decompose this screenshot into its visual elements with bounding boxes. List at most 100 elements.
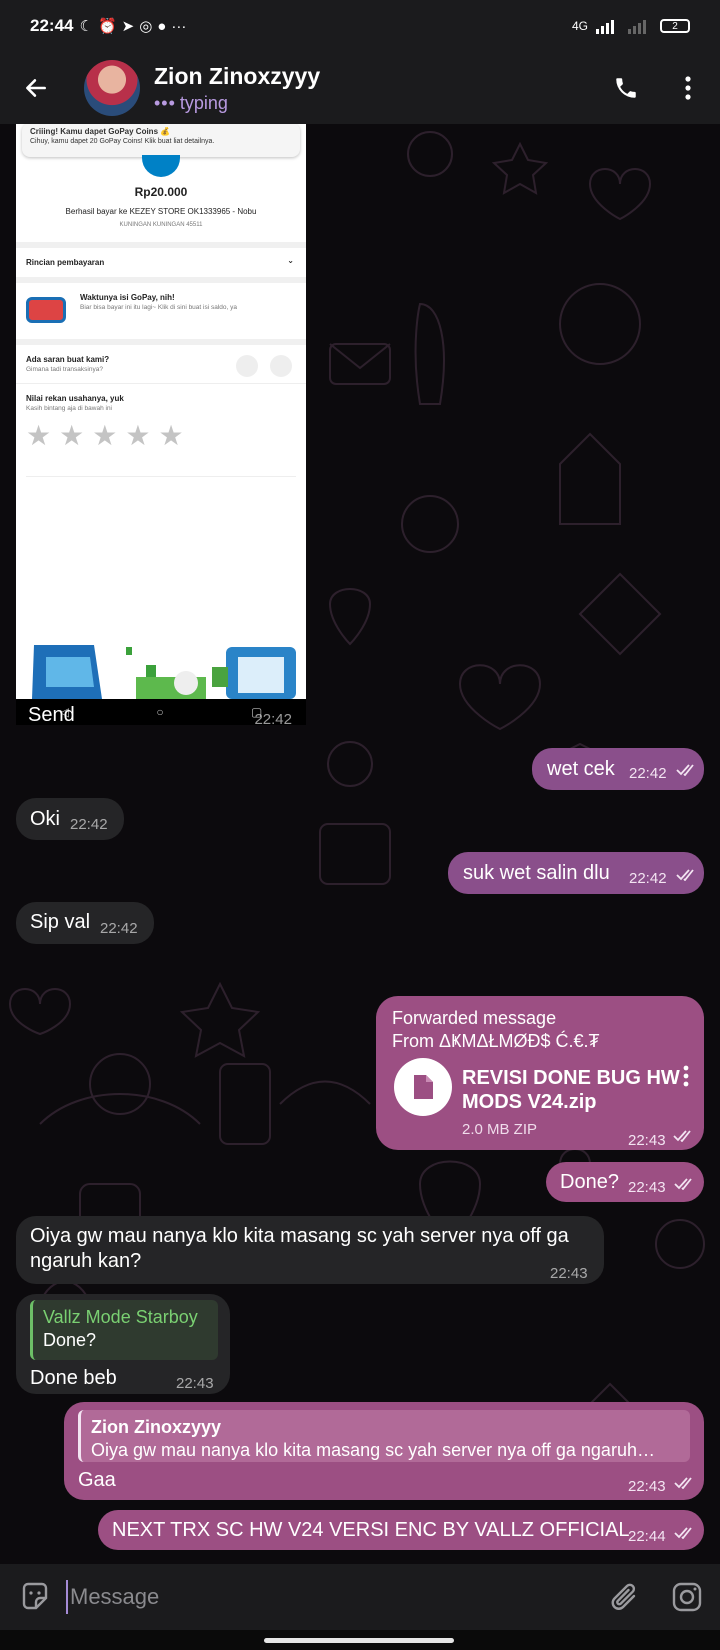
message-text: Sip val xyxy=(30,911,91,933)
rating-stars: ★ ★ ★ ★ ★ xyxy=(26,422,296,450)
more-vertical-icon[interactable] xyxy=(682,1064,690,1088)
forwarded-label: Forwarded message xyxy=(392,1008,557,1028)
signal-icon-2 xyxy=(628,20,646,34)
message-text: wet cek xyxy=(547,758,615,780)
message-time: 22:43 xyxy=(628,1179,666,1196)
contact-avatar[interactable] xyxy=(84,60,140,116)
incoming-reply-message[interactable]: Vallz Mode Starboy Done? Done beb 22:43 xyxy=(16,1294,230,1394)
shared-screenshot[interactable]: Criiing! Kamu dapet GoPay Coins 💰 Cihuy,… xyxy=(16,124,306,699)
message-time: 22:42 xyxy=(100,920,138,937)
thumbs-up-icon xyxy=(270,355,292,377)
paperclip-icon[interactable] xyxy=(610,1582,640,1614)
reply-text: Done? xyxy=(43,1330,97,1350)
message-text: Gaa xyxy=(78,1469,116,1491)
outgoing-message[interactable]: NEXT TRX SC HW V24 VERSI ENC BY VALLZ OF… xyxy=(98,1510,704,1550)
message-text: suk wet salin dlu xyxy=(463,862,610,884)
star-icon: ★ xyxy=(92,420,118,451)
screenshot-amount: Rp20.000 xyxy=(134,185,188,199)
message-time: 22:42 xyxy=(629,765,667,782)
thumbs-down-icon xyxy=(236,355,258,377)
status-bar: 22:44 ☾ ⏰ ➤ ◎ ● ··· 4G 2 xyxy=(0,0,720,52)
message-time: 22:42 xyxy=(629,870,667,887)
screenshot-notification: Criiing! Kamu dapet GoPay Coins 💰 Cihuy,… xyxy=(22,124,300,157)
message-time: 22:43 xyxy=(628,1478,666,1495)
incoming-message[interactable]: Oiya gw mau nanya klo kita masang sc yah… xyxy=(16,1216,604,1284)
incoming-message[interactable]: Oki 22:42 xyxy=(16,798,124,840)
double-check-icon xyxy=(676,869,694,881)
reply-quote[interactable]: Zion Zinoxzyyy Oiya gw mau nanya klo kit… xyxy=(78,1410,690,1462)
screenshot-topup-title: Waktunya isi GoPay, nih! xyxy=(80,293,175,302)
file-download-button[interactable] xyxy=(394,1058,452,1116)
typing-dots-icon: ••• xyxy=(154,92,176,113)
screenshot-paid-to: Berhasil bayar ke KEZEY STORE OK1333965 … xyxy=(65,207,257,216)
telegram-icon: ➤ xyxy=(121,18,135,35)
camera-icon[interactable] xyxy=(672,1582,702,1612)
message-input[interactable] xyxy=(66,1580,586,1614)
image-message[interactable]: Criiing! Kamu dapet GoPay Coins 💰 Cihuy,… xyxy=(16,124,306,728)
gopay-logo-icon xyxy=(142,155,180,177)
outgoing-message[interactable]: Done? 22:43 xyxy=(546,1162,704,1202)
status-time: 22:44 xyxy=(30,16,74,35)
chat-header: Zion Zinoxzyyy ••• typing xyxy=(0,52,720,124)
chevron-down-icon: ⌄ xyxy=(287,256,294,265)
back-button[interactable] xyxy=(18,70,54,106)
star-icon: ★ xyxy=(158,420,184,451)
screenshot-details-label: Rincian pembayaran xyxy=(26,258,105,267)
chat-area[interactable]: Criiing! Kamu dapet GoPay Coins 💰 Cihuy,… xyxy=(0,124,720,1564)
outgoing-message[interactable]: wet cek 22:42 xyxy=(532,748,704,790)
more-options-button[interactable] xyxy=(668,68,708,108)
document-icon xyxy=(414,1075,433,1099)
outgoing-message[interactable]: suk wet salin dlu 22:42 xyxy=(448,852,704,894)
file-name: REVISI DONE BUG HW MODS V24.zip xyxy=(462,1066,680,1114)
typing-label: typing xyxy=(179,92,228,113)
image-caption: Send xyxy=(28,704,75,726)
reply-author: Zion Zinoxzyyy xyxy=(91,1417,222,1437)
file-name-line2: MODS V24.zip xyxy=(462,1091,597,1113)
alarm-icon: ⏰ xyxy=(97,18,117,35)
phone-icon xyxy=(616,78,636,98)
contact-name: Zion Zinoxzyyy xyxy=(154,62,321,89)
screenshot-footer-illustration xyxy=(32,645,296,699)
screenshot-rating-row: Nilai rekan usahanya, yuk Kasih bintang … xyxy=(16,383,306,460)
screenshot-rating-sub: Kasih bintang aja di bawah ini xyxy=(26,405,113,412)
double-check-icon xyxy=(674,1178,692,1190)
screenshot-location: KUNINGAN KUNINGAN 45511 xyxy=(119,222,203,228)
wallet-illustration-icon xyxy=(26,297,66,323)
message-time: 22:42 xyxy=(70,816,108,833)
screenshot-notif-text: Cihuy, kamu dapet 20 GoPay Coins! Klik b… xyxy=(30,138,215,145)
message-time: 22:44 xyxy=(628,1528,666,1545)
reply-quote[interactable]: Vallz Mode Starboy Done? xyxy=(30,1300,218,1360)
arrow-left-icon xyxy=(26,79,46,97)
contact-info[interactable]: Zion Zinoxzyyy ••• typing xyxy=(154,63,320,114)
call-button[interactable] xyxy=(606,68,646,108)
app-icon: ● xyxy=(157,17,167,35)
screenshot-topup-row: Waktunya isi GoPay, nih! Biar bisa bayar… xyxy=(16,277,306,339)
message-text: Done beb xyxy=(30,1367,117,1389)
screenshot-notif-title: Criiing! Kamu dapet GoPay Coins 💰 xyxy=(30,127,171,136)
message-input-bar xyxy=(0,1564,720,1630)
incoming-message[interactable]: Sip val 22:42 xyxy=(16,902,154,944)
message-time: 22:42 xyxy=(254,711,292,728)
double-check-icon xyxy=(673,1130,691,1142)
message-text: Oki xyxy=(30,808,60,830)
status-notification-icons: ☾ ⏰ ➤ ◎ ● ··· xyxy=(79,17,187,36)
message-time: 22:43 xyxy=(550,1265,588,1282)
more-notifications-icon: ··· xyxy=(171,17,187,35)
home-indicator[interactable] xyxy=(264,1638,454,1643)
contact-status: ••• typing xyxy=(154,93,320,114)
file-meta: 2.0 MB ZIP xyxy=(462,1121,538,1138)
star-icon: ★ xyxy=(59,420,85,451)
screenshot-details-row: Rincian pembayaran ⌄ xyxy=(16,242,306,277)
message-text: Done? xyxy=(560,1171,619,1193)
message-time: 22:43 xyxy=(628,1132,666,1149)
message-text: NEXT TRX SC HW V24 VERSI ENC BY VALLZ OF… xyxy=(112,1519,630,1541)
moon-icon: ☾ xyxy=(79,18,93,35)
star-icon: ★ xyxy=(125,420,151,451)
outgoing-reply-message[interactable]: Zion Zinoxzyyy Oiya gw mau nanya klo kit… xyxy=(64,1402,704,1500)
screenshot-feedback-row: Ada saran buat kami? Gimana tadi transak… xyxy=(16,339,306,383)
file-name-line1: REVISI DONE BUG HW xyxy=(462,1067,680,1089)
forwarded-file-message[interactable]: Forwarded message From ΔҜMΔŁMØĐ$ Ć.€.₮ R… xyxy=(376,996,704,1150)
forwarded-from: From ΔҜMΔŁMØĐ$ Ć.€.₮ xyxy=(392,1031,600,1051)
emoji-sticker-button[interactable] xyxy=(20,1582,50,1612)
screenshot-rating-title: Nilai rekan usahanya, yuk xyxy=(26,394,124,403)
